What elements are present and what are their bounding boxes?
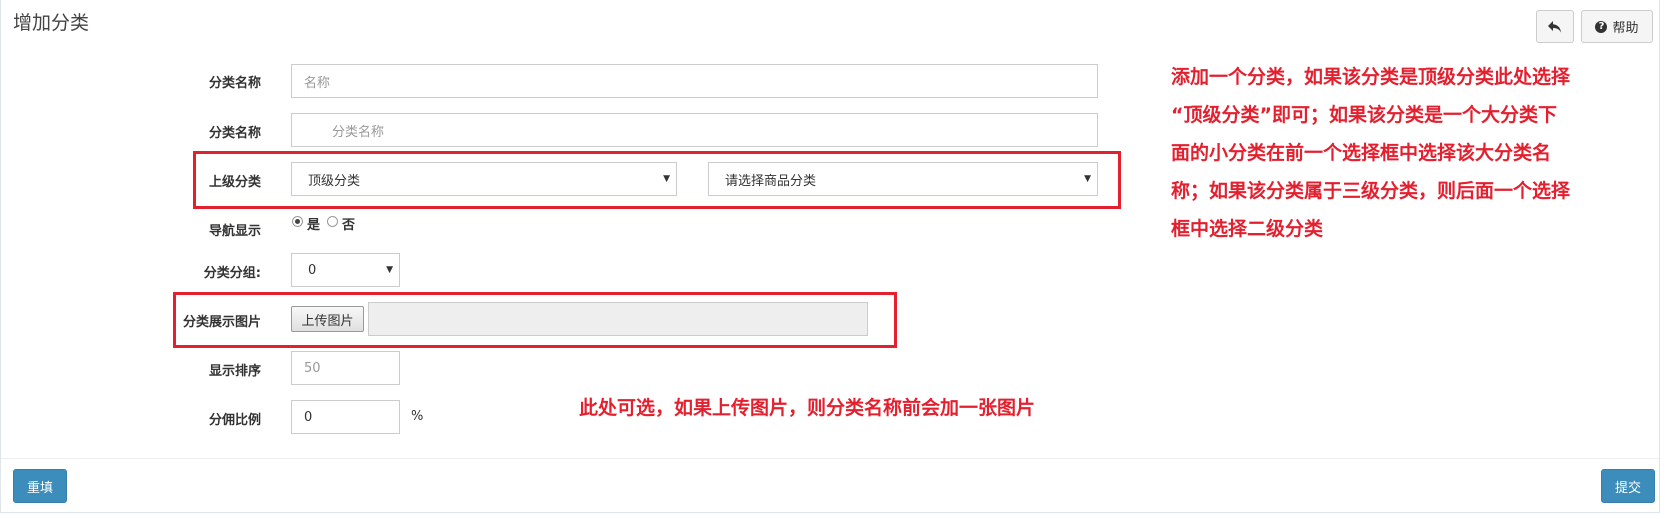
annotation-line: 称；如果该分类属于三级分类，则后面一个选择 bbox=[1171, 180, 1571, 202]
sort-label: 显示排序 bbox=[208, 364, 261, 379]
nav-display-no-radio[interactable] bbox=[327, 216, 338, 227]
name-label: 分类名称 bbox=[208, 76, 261, 91]
commission-label: 分佣比例 bbox=[208, 413, 261, 428]
category-name-label: 分类名称 bbox=[208, 126, 261, 141]
name-placeholder: 名称 bbox=[304, 75, 331, 91]
reply-icon bbox=[1548, 20, 1561, 32]
nav-display-label: 导航显示 bbox=[208, 224, 261, 239]
parent-category-annotation: 添加一个分类，如果该分类是顶级分类此处选择 “顶级分类”即可；如果该分类是一个大… bbox=[1171, 58, 1631, 248]
nav-display-no-label: 否 bbox=[342, 218, 356, 233]
add-category-panel: 增加分类 ? 帮助 分类名称 名称 分类名称 分类名称 上级分类 顶级分类 ▼ … bbox=[0, 0, 1660, 513]
nav-display-yes-label: 是 bbox=[307, 218, 321, 233]
parent-category-highlight-box bbox=[193, 151, 1121, 209]
group-label: 分类分组: bbox=[203, 266, 261, 281]
category-name-input[interactable]: 分类名称 bbox=[291, 113, 1098, 147]
annotation-line: 添加一个分类，如果该分类是顶级分类此处选择 bbox=[1171, 66, 1571, 88]
percent-unit: % bbox=[411, 409, 424, 424]
annotation-line: 框中选择二级分类 bbox=[1171, 218, 1324, 240]
submit-button[interactable]: 提交 bbox=[1601, 469, 1655, 503]
page-title: 增加分类 bbox=[13, 12, 90, 34]
back-button[interactable] bbox=[1536, 10, 1574, 43]
image-annotation: 此处可选，如果上传图片，则分类名称前会加一张图片 bbox=[579, 397, 1036, 419]
category-name-placeholder: 分类名称 bbox=[332, 124, 385, 140]
commission-rate-input[interactable]: 0 bbox=[291, 400, 400, 434]
group-value: 0 bbox=[308, 262, 317, 278]
question-circle-icon: ? bbox=[1595, 20, 1608, 33]
nav-display-yes-radio[interactable] bbox=[292, 216, 303, 227]
help-label: 帮助 bbox=[1612, 21, 1639, 36]
annotation-line: 面的小分类在前一个选择框中选择该大分类名 bbox=[1171, 142, 1552, 164]
reset-button[interactable]: 重填 bbox=[13, 469, 67, 503]
footer-divider bbox=[1, 458, 1659, 459]
caret-down-icon: ▼ bbox=[386, 265, 393, 275]
help-button[interactable]: ? 帮助 bbox=[1581, 10, 1653, 43]
annotation-line: “顶级分类”即可；如果该分类是一个大分类下 bbox=[1171, 104, 1557, 126]
image-highlight-box bbox=[173, 292, 897, 348]
sort-order-value: 50 bbox=[304, 360, 321, 376]
group-select[interactable]: 0 ▼ bbox=[291, 253, 400, 287]
commission-rate-value: 0 bbox=[304, 409, 313, 425]
name-input[interactable]: 名称 bbox=[291, 64, 1098, 98]
sort-order-input[interactable]: 50 bbox=[291, 351, 400, 385]
